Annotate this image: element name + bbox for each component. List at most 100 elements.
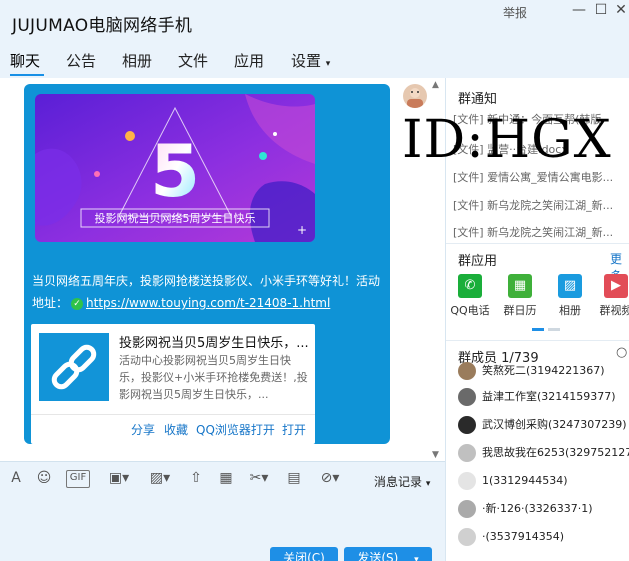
message-text: 当贝网络五周年庆，投影网抢楼送投影仪、小米手环等好礼！活动地址： ✓ https:/… (32, 270, 388, 314)
member-name: 我思故我在6253(3297521275) (482, 446, 629, 459)
close-button[interactable]: 关闭(C) (270, 547, 338, 561)
scroll-down-icon[interactable]: ▼ (432, 450, 439, 460)
scroll-up-icon[interactable]: ▲ (432, 80, 439, 90)
avatar (458, 416, 476, 434)
member-row[interactable]: 益津工作室(3214159377) (458, 388, 616, 410)
album-icon: ▨ (558, 274, 582, 298)
message-link[interactable]: https://www.touying.com/t-21408-1.html (86, 296, 330, 310)
pager-dot-active[interactable] (532, 328, 544, 331)
notice-title: 群通知 (458, 92, 498, 107)
avatar (458, 500, 476, 518)
tab-bar: 聊天 公告 相册 文件 应用 设置 ▾ (0, 42, 445, 78)
notice-item[interactable]: [文件] 爱情公寓_爱情公寓电影... (453, 169, 613, 185)
search-icon[interactable]: ○ (616, 345, 627, 360)
member-row[interactable]: ·新·126·(3326337·1) (458, 500, 593, 522)
chevron-down-icon: ▾ (325, 59, 331, 69)
member-row[interactable]: 我思故我在6253(3297521275) (458, 444, 629, 466)
tab-album[interactable]: 相册 (122, 50, 152, 71)
window-title: JUJUMAO电脑网络手机 (12, 16, 193, 36)
id-watermark: ID:HGX (402, 110, 612, 170)
doc-icon[interactable]: ▤ (286, 470, 302, 488)
svg-text:+: + (297, 223, 307, 237)
tab-chat[interactable]: 聊天 (10, 50, 40, 71)
rich-media-icon[interactable]: ▣▾ (106, 470, 132, 488)
member-row[interactable]: ·(3537914354) (458, 528, 564, 550)
gift-icon[interactable]: ▦ (218, 470, 234, 488)
message-bubble: 5 投影网祝当贝网络5周岁生日快乐 + 当贝网络五周年庆，投影网抢楼送投影仪、小… (24, 84, 390, 444)
pager-dot[interactable] (548, 328, 560, 331)
card-description: 活动中心投影网祝当贝5周岁生日快乐，投影仪+小米手环抢楼免费送！,投影网祝当贝5… (119, 354, 308, 401)
tab-settings-label: 设置 (291, 52, 322, 70)
link-preview-card[interactable]: 投影网祝当贝5周岁生日快乐，... 活动中心投影网祝当贝5周岁生日快乐，投影仪+… (31, 324, 315, 444)
phone-icon: ✆ (458, 274, 482, 298)
video-icon: ▶ (604, 274, 628, 298)
member-name: 益津工作室(3214159377) (482, 390, 616, 403)
close-icon[interactable]: ✕ (612, 2, 629, 18)
emoji-icon[interactable]: ☺ (36, 470, 52, 488)
message-history-label: 消息记录 (374, 475, 423, 489)
chevron-down-icon: ▾ (425, 479, 431, 489)
chat-area[interactable]: 5 投影网祝当贝网络5周岁生日快乐 + 当贝网络五周年庆，投影网抢楼送投影仪、小… (0, 78, 445, 461)
share-button[interactable]: 分享 (131, 421, 155, 438)
member-name: ·新·126·(3326337·1) (482, 502, 593, 515)
app-qq-call[interactable]: ✆ QQ电话 (450, 274, 490, 318)
banner-image[interactable]: 5 投影网祝当贝网络5周岁生日快乐 + (35, 94, 315, 242)
link-icon (51, 344, 97, 390)
verified-icon: ✓ (71, 297, 84, 310)
section-divider (446, 340, 629, 341)
title-bar: JUJUMAO电脑网络手机 举报 — ☐ ✕ (0, 0, 629, 42)
apps-title: 群应用 (458, 254, 498, 269)
member-name: 1(3312944534) (482, 474, 568, 487)
message-input[interactable]: 关闭(C) 发送(S) ▾ (0, 497, 445, 561)
send-label: 发送(S) (357, 551, 399, 561)
avatar (458, 388, 476, 406)
screenshot-icon[interactable]: ✂▾ (246, 470, 272, 488)
section-divider (446, 243, 629, 244)
card-title: 投影网祝当贝5周岁生日快乐，... (119, 336, 309, 351)
maximize-icon[interactable]: ☐ (592, 2, 610, 18)
app-label: 相册 (559, 304, 581, 317)
favorite-button[interactable]: 收藏 (164, 421, 188, 438)
notice-item[interactable]: [文件] 新乌龙院之笑闹江湖_新... (453, 224, 613, 240)
open-button[interactable]: 打开 (282, 421, 306, 438)
app-label: 群日历 (503, 304, 537, 317)
font-icon[interactable]: A (8, 470, 24, 488)
banner-caption: 投影网祝当贝网络5周岁生日快乐 (95, 211, 256, 225)
upload-icon[interactable]: ⇧ (188, 470, 204, 488)
report-button[interactable]: 举报 (503, 4, 527, 21)
calendar-icon: ▦ (508, 274, 532, 298)
notice-item[interactable]: [文件] 新乌龙院之笑闹江湖_新... (453, 197, 613, 213)
member-name: 武汉博创采购(3247307239) (482, 418, 627, 431)
app-album[interactable]: ▨ 相册 (550, 274, 590, 318)
member-row[interactable]: 1(3312944534) (458, 472, 568, 494)
send-button[interactable]: 发送(S) ▾ (344, 547, 432, 561)
app-label: QQ电话 (450, 304, 490, 317)
app-video[interactable]: ▶ 群视频 (596, 274, 629, 318)
tab-apps[interactable]: 应用 (234, 50, 264, 71)
avatar (458, 472, 476, 490)
tab-notice[interactable]: 公告 (66, 50, 96, 71)
minimize-icon[interactable]: — (570, 2, 588, 18)
app-label: 群视频 (599, 304, 629, 317)
member-row[interactable]: 笑熬死二(3194221367) (458, 362, 605, 384)
input-toolbar: A ☺ GIF ▣▾ ▨▾ ⇧ ▦ ✂▾ ▤ ⊘▾ 消息记录 ▾ (0, 461, 445, 497)
tab-settings[interactable]: 设置 ▾ (291, 50, 330, 71)
gif-icon[interactable]: GIF (66, 470, 90, 488)
avatar (458, 362, 476, 380)
chevron-down-icon: ▾ (414, 555, 419, 561)
member-row[interactable]: 武汉博创采购(3247307239) (458, 416, 627, 438)
link-thumbnail (39, 333, 109, 401)
banner-number: 5 (150, 129, 200, 213)
member-name: ·(3537914354) (482, 530, 565, 543)
avatar (458, 528, 476, 546)
card-divider (31, 414, 315, 415)
avatar (458, 444, 476, 462)
image-icon[interactable]: ▨▾ (148, 470, 172, 488)
sender-avatar[interactable] (403, 84, 427, 108)
open-in-browser-button[interactable]: QQ浏览器打开 (196, 421, 275, 438)
message-history-button[interactable]: 消息记录 ▾ (374, 473, 430, 490)
block-icon[interactable]: ⊘▾ (318, 470, 342, 488)
tab-files[interactable]: 文件 (178, 50, 208, 71)
app-calendar[interactable]: ▦ 群日历 (500, 274, 540, 318)
active-tab-indicator (10, 74, 44, 76)
